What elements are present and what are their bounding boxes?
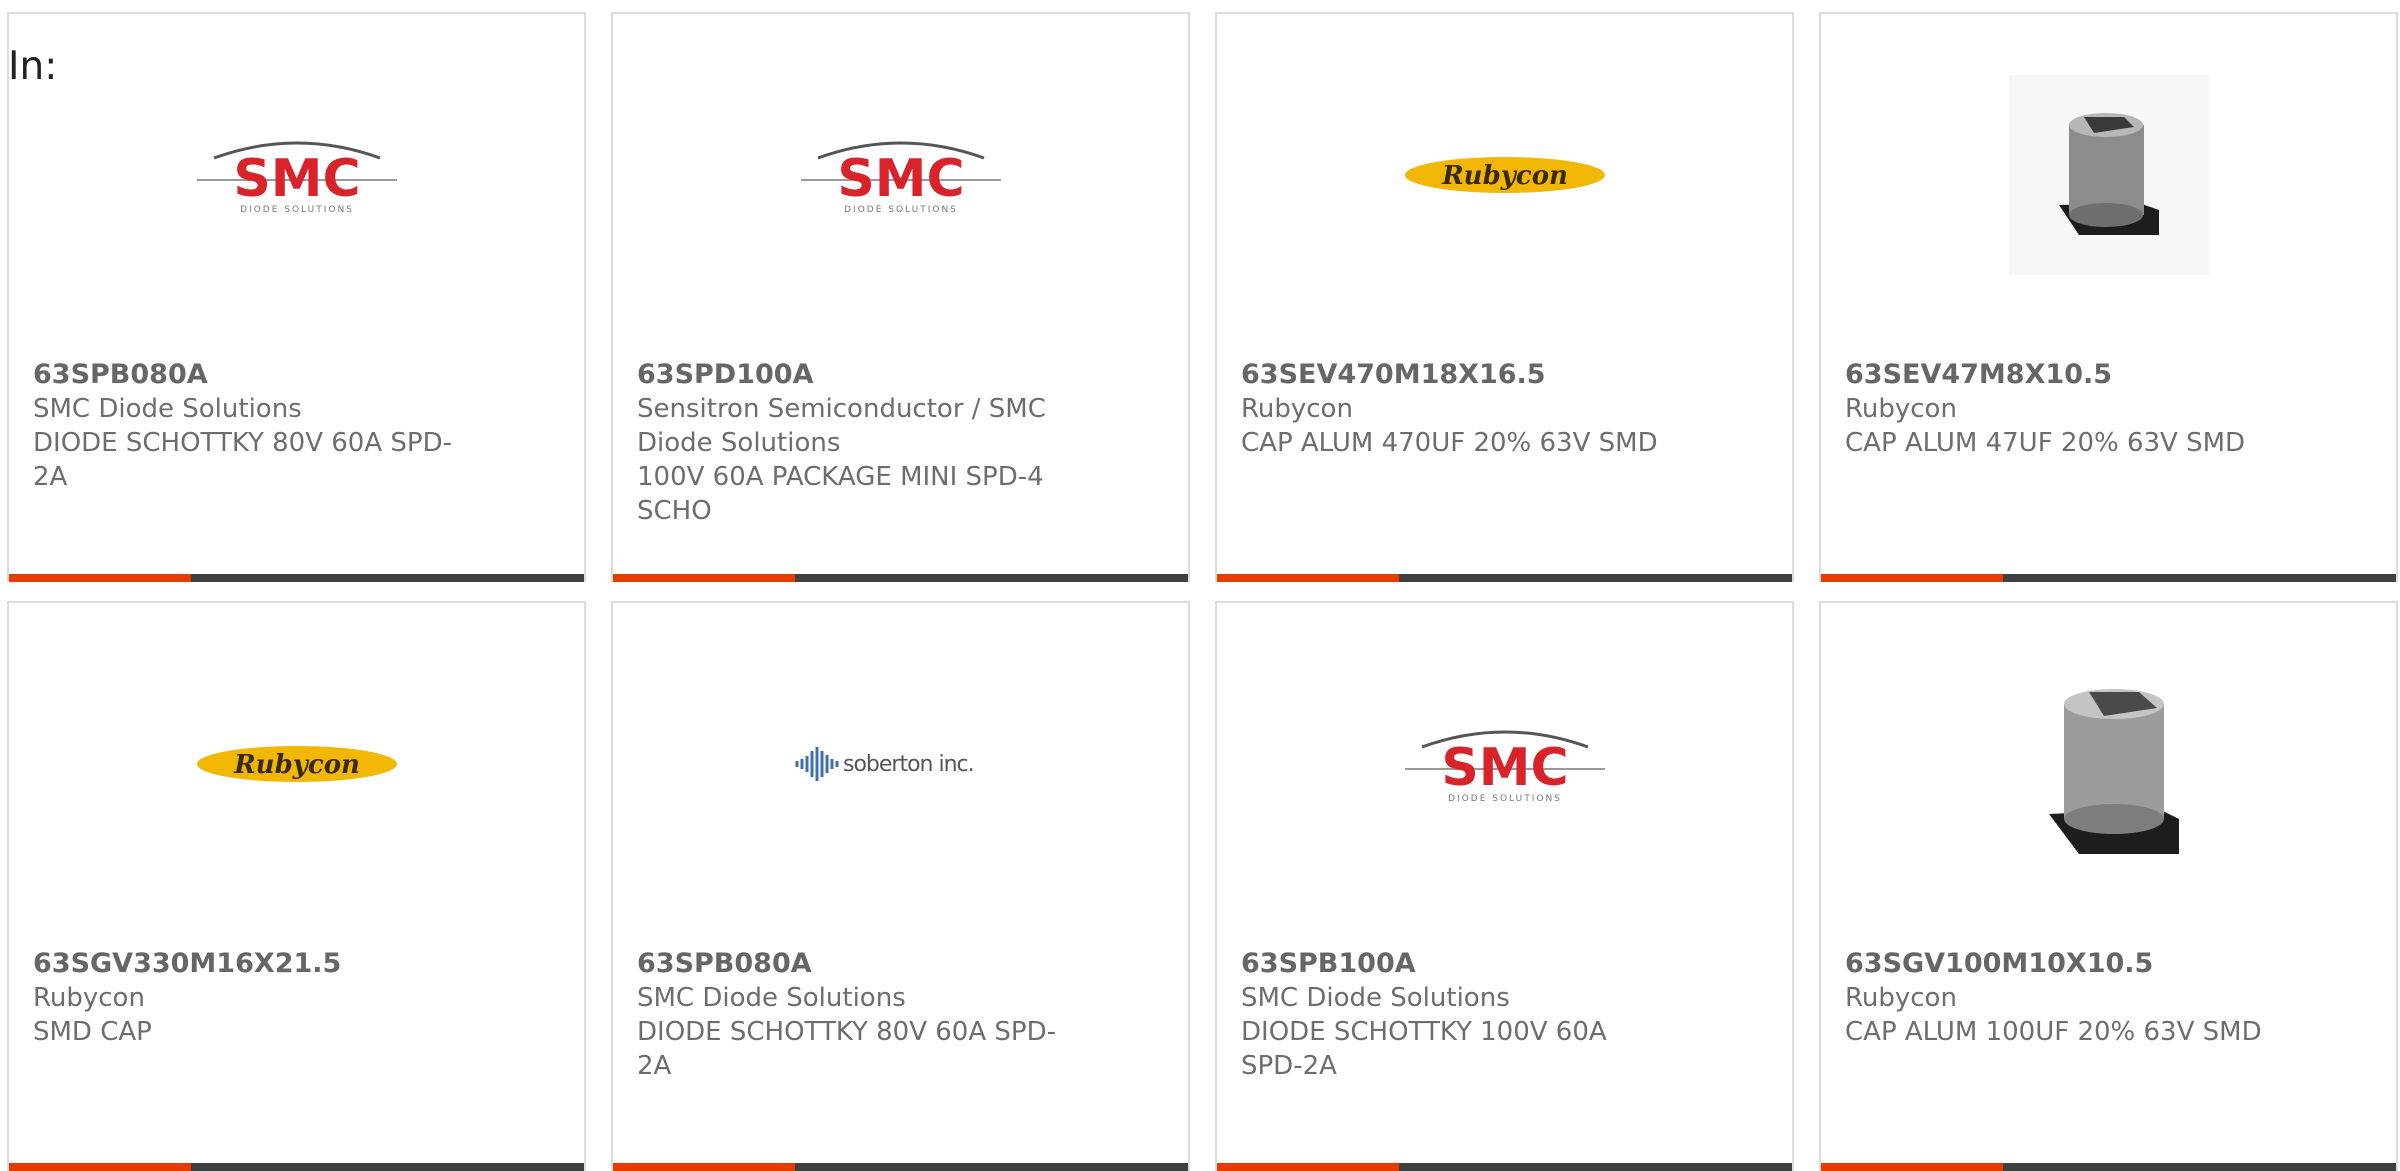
product-photo bbox=[1821, 661, 2396, 867]
product-card[interactable]: 63SGV100M10X10.5 Rubycon CAP ALUM 100UF … bbox=[1819, 601, 2398, 1171]
part-number[interactable]: 63SEV470M18X16.5 bbox=[1241, 358, 1671, 392]
manufacturer-logo: SMC DIODE SOLUTIONS bbox=[613, 72, 1188, 278]
card-footer-bar bbox=[613, 1163, 1188, 1171]
part-description: DIODE SCHOTTKY 80V 60A SPD-2A bbox=[637, 1017, 1056, 1081]
part-number[interactable]: 63SPD100A bbox=[637, 358, 1067, 392]
part-number[interactable]: 63SEV47M8X10.5 bbox=[1845, 358, 2275, 392]
part-description: DIODE SCHOTTKY 80V 60A SPD-2A bbox=[33, 428, 452, 492]
part-number[interactable]: 63SPB100A bbox=[1241, 947, 1671, 981]
in-label: In: bbox=[8, 44, 58, 89]
part-description: 100V 60A PACKAGE MINI SPD-4 SCHO bbox=[637, 462, 1044, 526]
rubycon-logo-text: Rubycon bbox=[1441, 161, 1568, 191]
manufacturer-logo: soberton inc. bbox=[613, 661, 1188, 867]
product-card[interactable]: Rubycon 63SGV330M16X21.5 Rubycon SMD CAP bbox=[7, 601, 586, 1171]
part-description: DIODE SCHOTTKY 100V 60A SPD-2A bbox=[1241, 1017, 1607, 1081]
manufacturer-name: Rubycon bbox=[1845, 394, 1957, 424]
smc-logo-text: SMC bbox=[837, 149, 964, 209]
manufacturer-name: SMC Diode Solutions bbox=[33, 394, 302, 424]
smc-logo-text: SMC bbox=[233, 149, 360, 209]
soberton-logo-text: soberton inc. bbox=[843, 752, 974, 777]
part-description: SMD CAP bbox=[33, 1017, 152, 1047]
part-number[interactable]: 63SGV100M10X10.5 bbox=[1845, 947, 2275, 981]
card-footer-bar bbox=[1217, 1163, 1792, 1171]
manufacturer-logo: SMC DIODE SOLUTIONS bbox=[1217, 661, 1792, 867]
product-card[interactable]: soberton inc. 63SPB080A SMC Diode Soluti… bbox=[611, 601, 1190, 1171]
product-card[interactable]: SMC DIODE SOLUTIONS 63SPB100A SMC Diode … bbox=[1215, 601, 1794, 1171]
part-number[interactable]: 63SPB080A bbox=[33, 358, 463, 392]
manufacturer-logo: Rubycon bbox=[9, 661, 584, 867]
product-card[interactable]: SMC DIODE SOLUTIONS 63SPB080A SMC Diode … bbox=[7, 12, 586, 582]
manufacturer-name: Rubycon bbox=[1845, 983, 1957, 1013]
manufacturer-logo: Rubycon bbox=[1217, 72, 1792, 278]
manufacturer-name: SMC Diode Solutions bbox=[1241, 983, 1510, 1013]
product-card[interactable]: SMC DIODE SOLUTIONS 63SPD100A Sensitron … bbox=[611, 12, 1190, 582]
product-photo bbox=[1821, 72, 2396, 278]
part-number[interactable]: 63SGV330M16X21.5 bbox=[33, 947, 463, 981]
manufacturer-name: Sensitron Semiconductor / SMC Diode Solu… bbox=[637, 394, 1046, 458]
card-footer-bar bbox=[9, 574, 584, 582]
part-description: CAP ALUM 47UF 20% 63V SMD bbox=[1845, 428, 2246, 458]
smc-logo-text: SMC bbox=[1441, 738, 1568, 798]
manufacturer-name: SMC Diode Solutions bbox=[637, 983, 906, 1013]
smc-logo-subtext: DIODE SOLUTIONS bbox=[240, 205, 354, 215]
smc-logo-subtext: DIODE SOLUTIONS bbox=[1448, 794, 1562, 804]
part-description: CAP ALUM 100UF 20% 63V SMD bbox=[1845, 1017, 2262, 1047]
rubycon-logo-text: Rubycon bbox=[233, 750, 360, 780]
part-number[interactable]: 63SPB080A bbox=[637, 947, 1067, 981]
manufacturer-logo: SMC DIODE SOLUTIONS bbox=[9, 72, 584, 278]
smc-logo-subtext: DIODE SOLUTIONS bbox=[844, 205, 958, 215]
card-footer-bar bbox=[1217, 574, 1792, 582]
card-footer-bar bbox=[9, 1163, 584, 1171]
card-footer-bar bbox=[1821, 1163, 2396, 1171]
part-description: CAP ALUM 470UF 20% 63V SMD bbox=[1241, 428, 1658, 458]
card-footer-bar bbox=[613, 574, 1188, 582]
manufacturer-name: Rubycon bbox=[33, 983, 145, 1013]
product-card[interactable]: 63SEV47M8X10.5 Rubycon CAP ALUM 47UF 20%… bbox=[1819, 12, 2398, 582]
card-footer-bar bbox=[1821, 574, 2396, 582]
product-card[interactable]: Rubycon 63SEV470M18X16.5 Rubycon CAP ALU… bbox=[1215, 12, 1794, 582]
manufacturer-name: Rubycon bbox=[1241, 394, 1353, 424]
